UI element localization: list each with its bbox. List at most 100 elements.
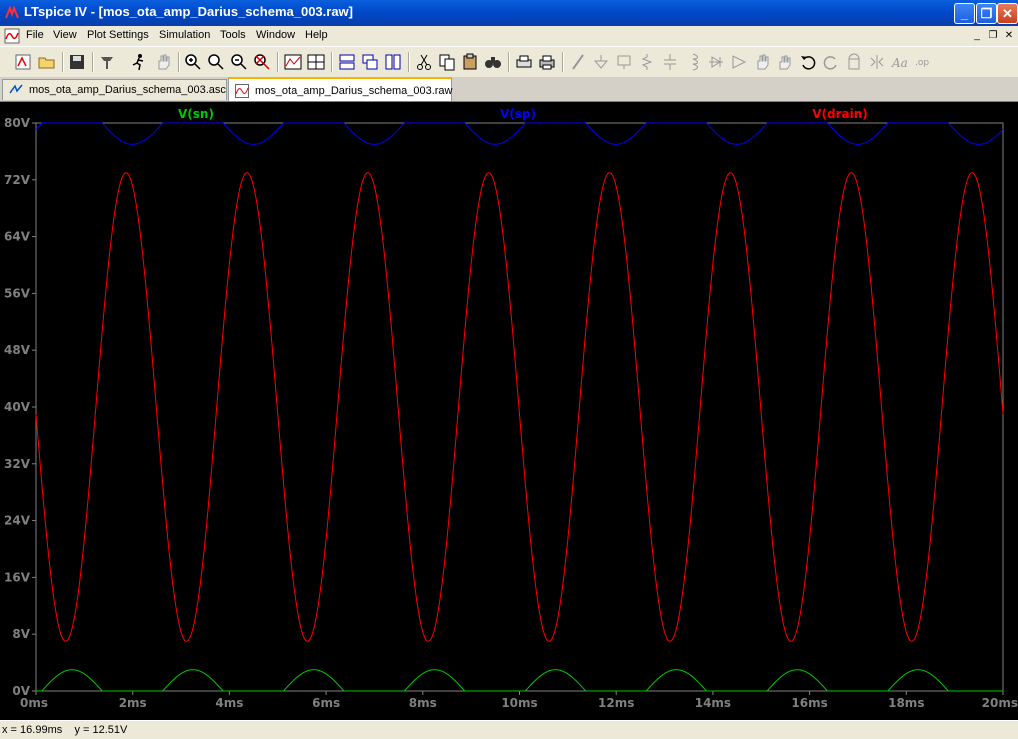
halt-hand-icon[interactable] — [154, 53, 172, 71]
find-binoculars-icon[interactable] — [484, 53, 502, 71]
mdi-restore-button[interactable]: ❐ — [986, 29, 1000, 42]
open-folder-icon[interactable] — [38, 53, 56, 71]
paste-icon[interactable] — [461, 53, 479, 71]
x-tick-label: 12ms — [598, 696, 634, 710]
y-tick-label: 32V — [4, 457, 31, 471]
label-net-icon[interactable] — [615, 53, 633, 71]
y-tick-label: 80V — [4, 116, 31, 130]
redo-icon[interactable] — [822, 53, 840, 71]
legend-label: V(sp) — [500, 107, 536, 121]
mdi-close-button[interactable]: ✕ — [1002, 29, 1016, 42]
tab-schematic-label: mos_ota_amp_Darius_schema_003.asc — [29, 84, 226, 96]
copy-icon[interactable] — [438, 53, 456, 71]
autorange-icon[interactable] — [284, 53, 302, 71]
plot-frame — [35, 122, 1004, 692]
tab-waveform-label: mos_ota_amp_Darius_schema_003.raw — [255, 85, 453, 97]
cut-icon[interactable] — [415, 53, 433, 71]
mirror-icon[interactable] — [868, 53, 886, 71]
x-tick-label: 16ms — [791, 696, 827, 710]
svg-text:Aa: Aa — [891, 56, 908, 70]
cascade-icon[interactable] — [361, 53, 379, 71]
spice-directive-icon[interactable]: .op — [914, 53, 932, 71]
resistor-icon[interactable] — [638, 53, 656, 71]
y-tick-label: 64V — [4, 230, 31, 244]
toolbar-separator — [562, 52, 564, 72]
save-icon[interactable] — [68, 53, 86, 71]
drag-hand-icon[interactable] — [776, 53, 794, 71]
trace-vsn — [36, 669, 1003, 692]
menu-tools[interactable]: Tools — [220, 29, 246, 41]
plot-svg[interactable]: 0V8V16V24V32V40V48V56V64V72V80V0ms 2ms 4ms… — [0, 102, 1018, 720]
x-tick-label: 18ms — [888, 696, 924, 710]
tab-schematic[interactable]: mos_ota_amp_Darius_schema_003.asc — [2, 79, 227, 100]
capacitor-icon[interactable] — [661, 53, 679, 71]
legend-label: V(drain) — [812, 107, 868, 121]
minimize-button[interactable]: _ — [954, 3, 975, 24]
y-tick-label: 24V — [4, 514, 31, 528]
svg-text:.op: .op — [915, 58, 929, 68]
menu-plot-settings[interactable]: Plot Settings — [87, 29, 149, 41]
y-tick-label: 16V — [4, 570, 31, 584]
toolbar-separator — [178, 52, 180, 72]
mdi-minimize-button[interactable]: _ — [970, 29, 984, 42]
trace-vdrain — [35, 172, 1004, 642]
component-icon[interactable] — [730, 53, 748, 71]
tile-vertical-icon[interactable] — [384, 53, 402, 71]
new-schematic-icon[interactable] — [14, 53, 32, 71]
waveform-icon — [235, 84, 249, 98]
y-tick-label: 56V — [4, 286, 31, 300]
rotate-icon[interactable] — [845, 53, 863, 71]
trace-vsp — [35, 122, 1004, 145]
x-tick-label: 2ms — [119, 696, 147, 710]
zoom-fit-icon[interactable] — [253, 53, 271, 71]
draw-wire-icon[interactable] — [569, 53, 587, 71]
ground-icon[interactable] — [592, 53, 610, 71]
print-icon[interactable] — [538, 53, 556, 71]
zoom-out-icon[interactable] — [230, 53, 248, 71]
traces — [35, 122, 1004, 692]
menu-simulation[interactable]: Simulation — [159, 29, 210, 41]
x-tick-label: 4ms — [215, 696, 243, 710]
axes: 0V8V16V24V32V40V48V56V64V72V80V0ms 2ms 4ms… — [4, 116, 1018, 710]
zoom-area-icon[interactable] — [207, 53, 225, 71]
status-bar: x = 16.99ms y = 12.51V — [0, 720, 1018, 739]
menu-file[interactable]: File — [26, 29, 44, 41]
ltspice-app-icon[interactable] — [4, 5, 20, 21]
tab-waveform[interactable]: mos_ota_amp_Darius_schema_003.raw — [228, 77, 453, 101]
toolbar-separator — [62, 52, 64, 72]
title-bar: LTspice IV - [mos_ota_amp_Darius_schema_… — [0, 0, 1018, 26]
window-title: LTspice IV - [mos_ota_amp_Darius_schema_… — [24, 4, 353, 19]
tile-horizontal-icon[interactable] — [338, 53, 356, 71]
toolbar: Aa .op — [0, 46, 1018, 77]
waveform-window-icon[interactable] — [4, 28, 20, 44]
cursor-icon[interactable] — [307, 53, 325, 71]
inductor-icon[interactable] — [684, 53, 702, 71]
close-button[interactable]: ✕ — [997, 3, 1018, 24]
x-tick-label: 10ms — [501, 696, 537, 710]
undo-icon[interactable] — [799, 53, 817, 71]
run-icon[interactable] — [130, 53, 148, 71]
y-tick-label: 72V — [4, 173, 31, 187]
cursor-coordinates: x = 16.99ms y = 12.51V — [2, 724, 128, 736]
x-tick-label: 6ms — [312, 696, 340, 710]
maximize-button[interactable]: ❐ — [976, 3, 997, 24]
y-tick-label: 48V — [4, 343, 31, 357]
menu-window[interactable]: Window — [256, 29, 295, 41]
menu-help[interactable]: Help — [305, 29, 328, 41]
text-icon[interactable]: Aa — [891, 53, 909, 71]
move-hand-icon[interactable] — [753, 53, 771, 71]
x-tick-label: 0ms — [20, 696, 48, 710]
toolbar-separator — [92, 52, 94, 72]
waveform-plot[interactable]: 0V 8V 16V 24V 32V 40V 48V 56V 64V 72V 80V 0ms 2ms 4ms… — [0, 102, 1018, 720]
y-tick-label: 8V — [12, 627, 30, 641]
zoom-in-icon[interactable] — [184, 53, 202, 71]
control-panel-icon[interactable] — [98, 53, 116, 71]
toolbar-separator — [277, 52, 279, 72]
toolbar-separator — [331, 52, 333, 72]
x-tick-label: 20ms — [982, 696, 1018, 710]
menu-view[interactable]: View — [53, 29, 77, 41]
toolbar-separator — [408, 52, 410, 72]
diode-icon[interactable] — [707, 53, 725, 71]
legend-label: V(sn) — [178, 107, 214, 121]
print-preview-icon[interactable] — [515, 53, 533, 71]
